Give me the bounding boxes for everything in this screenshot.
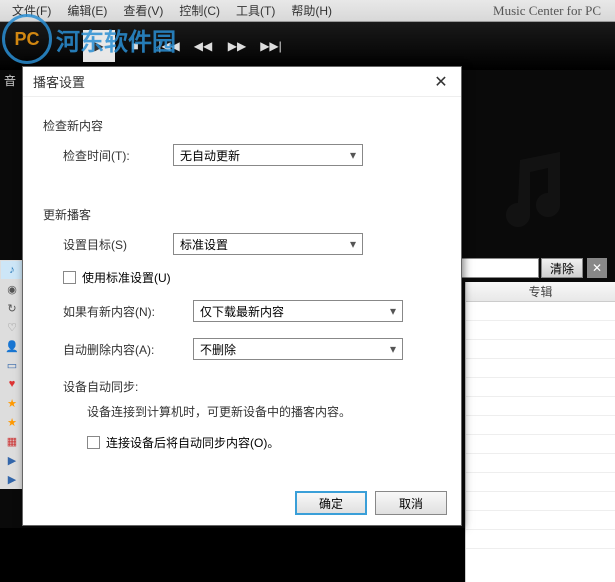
check-time-combo[interactable]: 无自动更新	[173, 144, 363, 166]
auto-delete-value: 不删除	[200, 341, 236, 358]
target-label: 设置目标(S)	[63, 236, 173, 253]
use-standard-checkbox[interactable]	[63, 271, 76, 284]
sidebar-star2-icon[interactable]: ★	[1, 413, 23, 431]
rewind-button[interactable]: ◀◀	[189, 32, 217, 60]
sync-description: 设备连接到计算机时，可更新设备中的播客内容。	[87, 403, 445, 420]
section-update: 更新播客	[43, 206, 445, 223]
list-row[interactable]	[466, 416, 615, 435]
clear-button[interactable]: 清除	[541, 258, 583, 278]
search-input[interactable]	[449, 258, 539, 278]
sidebar-star1-icon[interactable]: ★	[1, 394, 23, 412]
menu-help[interactable]: 帮助(H)	[283, 0, 340, 21]
list-row[interactable]	[466, 340, 615, 359]
menu-tools[interactable]: 工具(T)	[228, 0, 283, 21]
close-icon[interactable]: ✕	[431, 72, 451, 92]
sync-title: 设备自动同步:	[63, 378, 445, 395]
track-list: 专辑	[465, 282, 615, 582]
list-row[interactable]	[466, 359, 615, 378]
sidebar-heart-icon[interactable]: ♡	[1, 318, 23, 336]
new-content-value: 仅下载最新内容	[200, 303, 284, 320]
list-row[interactable]	[466, 378, 615, 397]
next-track-button[interactable]: ▶▶|	[257, 32, 285, 60]
list-row[interactable]	[466, 530, 615, 549]
target-combo[interactable]: 标准设置	[173, 233, 363, 255]
auto-sync-checkbox[interactable]	[87, 436, 100, 449]
list-row[interactable]	[466, 435, 615, 454]
check-time-value: 无自动更新	[180, 147, 240, 164]
dialog-title: 播客设置	[33, 72, 85, 91]
sidebar-user-icon[interactable]: 👤	[1, 337, 23, 355]
auto-delete-label: 自动删除内容(A):	[63, 341, 193, 358]
ok-button[interactable]: 确定	[295, 491, 367, 515]
sidebar-music-icon[interactable]: ♪	[1, 261, 23, 279]
sidebar-fav-icon[interactable]: ♥	[1, 375, 23, 393]
new-content-label: 如果有新内容(N):	[63, 303, 193, 320]
list-row[interactable]	[466, 473, 615, 492]
target-value: 标准设置	[180, 236, 228, 253]
podcast-settings-dialog: 播客设置 ✕ 检查新内容 检查时间(T): 无自动更新 更新播客 设置目标(S)…	[22, 66, 462, 526]
watermark-text: 河东软件园	[56, 22, 176, 57]
menu-control[interactable]: 控制(C)	[171, 0, 228, 21]
section-check-new: 检查新内容	[43, 117, 445, 134]
sidebar: ♪ ◉ ↻ ♡ 👤 ▭ ♥ ★ ★ ▦ ▶ ▶	[0, 260, 24, 489]
app-title: Music Center for PC	[493, 3, 601, 19]
watermark: PC 河东软件园	[0, 14, 176, 64]
sidebar-play2-icon[interactable]: ▶	[1, 470, 23, 488]
list-row[interactable]	[466, 321, 615, 340]
list-row[interactable]	[466, 492, 615, 511]
cancel-button[interactable]: 取消	[375, 491, 447, 515]
sidebar-refresh-icon[interactable]: ↻	[1, 299, 23, 317]
sidebar-grid-icon[interactable]: ▦	[1, 432, 23, 450]
list-row[interactable]	[466, 397, 615, 416]
music-note-icon	[485, 140, 585, 240]
new-content-combo[interactable]: 仅下载最新内容	[193, 300, 403, 322]
column-album[interactable]: 专辑	[466, 282, 615, 302]
auto-delete-combo[interactable]: 不删除	[193, 338, 403, 360]
sidebar-disc-icon[interactable]: ◉	[1, 280, 23, 298]
sidebar-window-icon[interactable]: ▭	[1, 356, 23, 374]
list-row[interactable]	[466, 511, 615, 530]
check-time-label: 检查时间(T):	[63, 147, 173, 164]
close-search-icon[interactable]: ✕	[587, 258, 607, 278]
tab-music[interactable]: 音	[4, 72, 16, 89]
dialog-body: 检查新内容 检查时间(T): 无自动更新 更新播客 设置目标(S) 标准设置 使…	[23, 97, 461, 477]
auto-sync-label: 连接设备后将自动同步内容(O)。	[106, 434, 279, 451]
sidebar-play1-icon[interactable]: ▶	[1, 451, 23, 469]
watermark-logo: PC	[2, 14, 52, 64]
dialog-titlebar: 播客设置 ✕	[23, 67, 461, 97]
list-row[interactable]	[466, 454, 615, 473]
use-standard-label: 使用标准设置(U)	[82, 269, 171, 286]
forward-button[interactable]: ▶▶	[223, 32, 251, 60]
list-row[interactable]	[466, 302, 615, 321]
